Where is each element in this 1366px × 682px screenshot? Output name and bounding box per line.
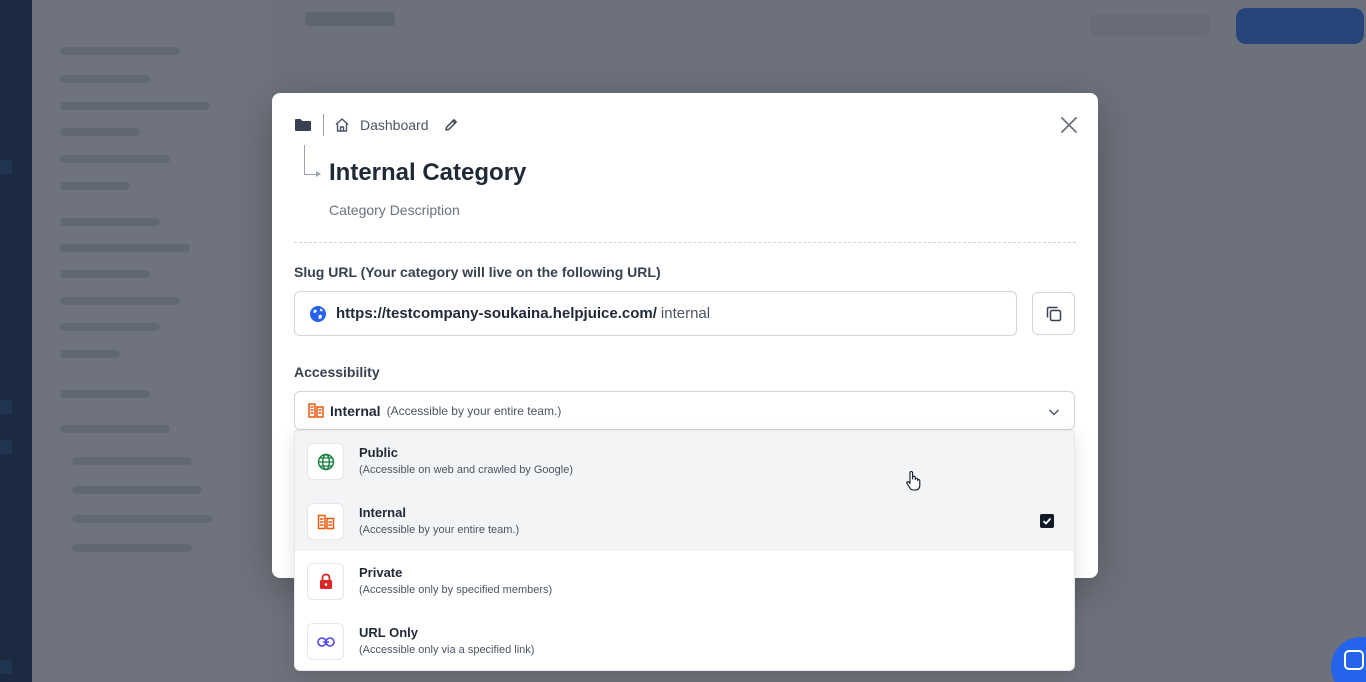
option-internal[interactable]: Internal (Accessible by your entire team… (295, 491, 1074, 551)
option-public[interactable]: Public (Accessible on web and crawled by… (295, 431, 1074, 491)
tree-arrow-icon (316, 171, 321, 177)
category-description[interactable]: Category Description (329, 202, 460, 218)
option-url-only-description: (Accessible only via a specified link) (359, 644, 535, 656)
globe-icon (307, 443, 344, 480)
copy-url-button[interactable] (1032, 292, 1075, 335)
accessibility-label: Accessibility (294, 364, 380, 380)
link-icon (307, 623, 344, 660)
option-internal-description: (Accessible by your entire team.) (359, 524, 520, 536)
home-icon (334, 117, 350, 133)
building-icon (308, 403, 324, 418)
globe-icon (309, 305, 327, 323)
slug-url-field[interactable]: https://testcompany-soukaina.helpjuice.c… (294, 291, 1017, 336)
breadcrumb-dashboard-link[interactable]: Dashboard (360, 117, 429, 133)
chevron-down-icon (1048, 405, 1060, 423)
option-internal-name: Internal (359, 505, 406, 520)
slug-base-url: https://testcompany-soukaina.helpjuice.c… (336, 305, 657, 322)
breadcrumb: Dashboard (294, 113, 459, 137)
folder-icon[interactable] (294, 118, 312, 132)
section-divider (294, 242, 1076, 243)
close-button[interactable] (1058, 114, 1080, 136)
category-title[interactable]: Internal Category (329, 159, 526, 187)
option-private-name: Private (359, 565, 403, 580)
accessibility-select[interactable]: Internal (Accessible by your entire team… (294, 391, 1075, 430)
option-url-only[interactable]: URL Only (Accessible only via a specifie… (295, 611, 1074, 670)
option-url-only-name: URL Only (359, 625, 418, 640)
breadcrumb-divider (323, 114, 324, 136)
lock-icon (307, 563, 344, 600)
slug-value[interactable]: internal (661, 305, 710, 322)
building-icon (307, 503, 344, 540)
selected-access-description: (Accessible by your entire team.) (386, 403, 562, 418)
chat-icon (1344, 650, 1364, 670)
checkbox-checked-icon[interactable] (1040, 514, 1054, 528)
option-private-description: (Accessible only by specified members) (359, 584, 553, 596)
slug-url-label: Slug URL (Your category will live on the… (294, 264, 661, 280)
hand-cursor-icon (905, 470, 923, 497)
selected-access-name: Internal (330, 402, 381, 419)
copy-icon (1046, 306, 1061, 321)
close-icon (1061, 117, 1077, 133)
option-public-name: Public (359, 445, 399, 460)
accessibility-options-list: Public (Accessible on web and crawled by… (294, 430, 1075, 671)
pencil-icon[interactable] (443, 117, 459, 133)
option-private[interactable]: Private (Accessible only by specified me… (295, 551, 1074, 611)
option-public-description: (Accessible on web and crawled by Google… (359, 464, 574, 476)
